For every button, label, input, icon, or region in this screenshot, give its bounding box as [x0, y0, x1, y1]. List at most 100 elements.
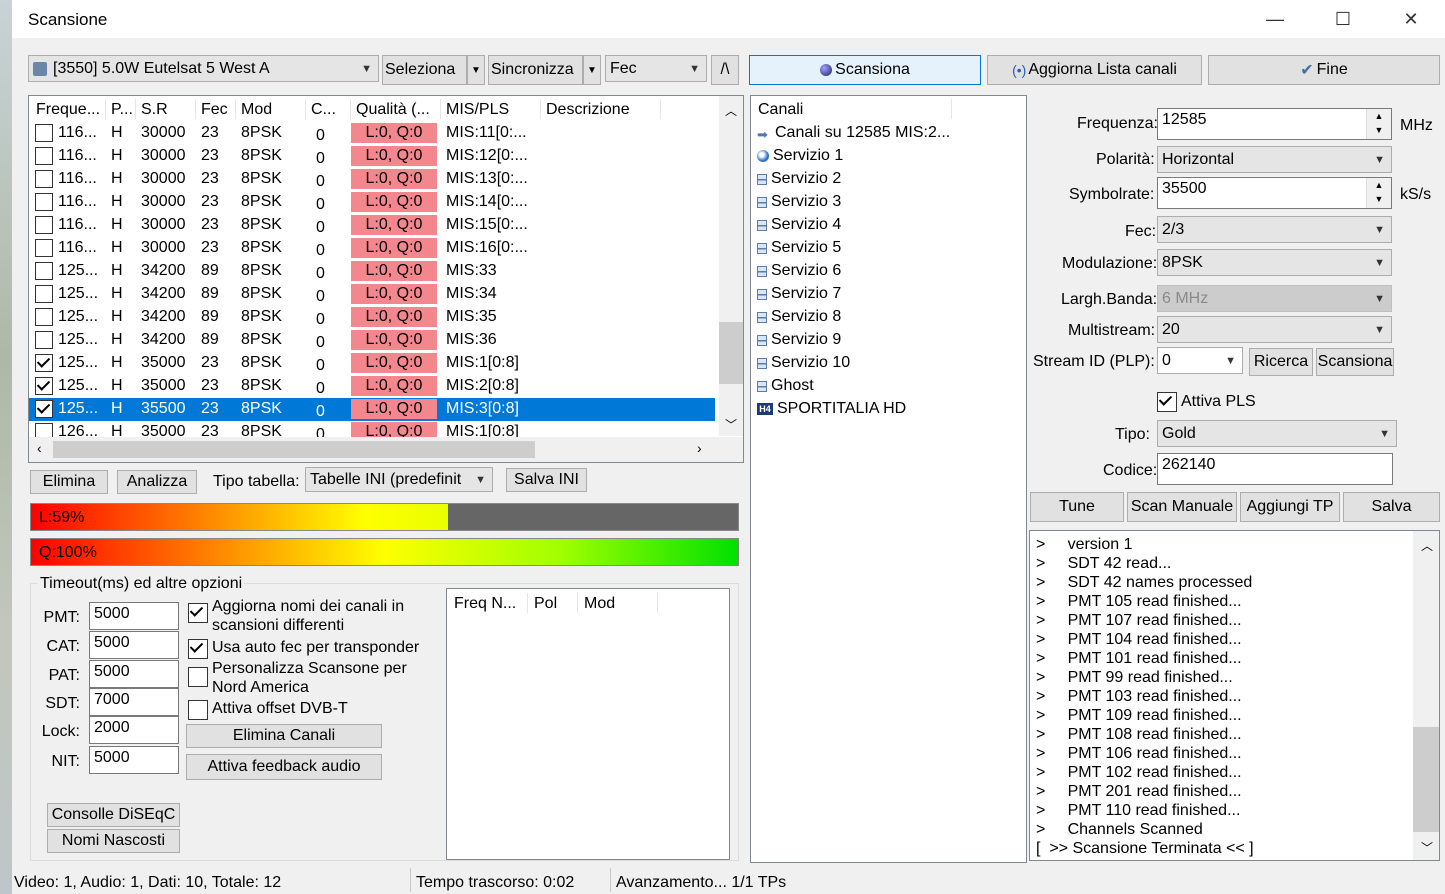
timeout-input[interactable]: 5000: [89, 602, 179, 630]
table-row[interactable]: 116... H 30000 23 8PSK 0 MIS:13[0:... L:0, Q:0: [29, 168, 715, 191]
scroll-right-icon[interactable]: ›: [697, 440, 702, 456]
multistream-select[interactable]: 20 ▼: [1157, 316, 1392, 343]
symbolrate-spinner[interactable]: ▲ ▼: [1366, 178, 1391, 208]
table-row[interactable]: 125... H 35500 23 8PSK 0 MIS:3[0:8] L:0, Q:0: [29, 398, 715, 421]
scroll-down-icon[interactable]: ﹀: [1421, 839, 1433, 856]
spin-down-icon[interactable]: ▼: [1367, 123, 1391, 137]
stream-id-select[interactable]: 0 ▼: [1157, 347, 1243, 374]
log-panel[interactable]: > version 1 > SDT 42 read... > SDT 42 name…: [1029, 530, 1440, 861]
transponder-grid[interactable]: Freque... P... S.R Fec Mod C... Qualità …: [28, 95, 744, 463]
fec-param-select[interactable]: 2/3 ▼: [1157, 216, 1392, 243]
consolle-diseqc-button[interactable]: Consolle DiSEqC: [47, 803, 180, 827]
spin-up-icon[interactable]: ▲: [1367, 178, 1391, 192]
symbolrate-input[interactable]: 35500: [1157, 177, 1392, 209]
scansiona-button[interactable]: Scansiona: [749, 55, 981, 85]
row-checkbox[interactable]: [35, 354, 53, 372]
checkbox-attiva-pls[interactable]: [1157, 392, 1177, 412]
row-checkbox[interactable]: [35, 262, 53, 280]
row-checkbox[interactable]: [35, 170, 53, 188]
scansiona-plp-button[interactable]: Scansiona: [1316, 348, 1394, 376]
satellite-select[interactable]: [3550] 5.0W Eutelsat 5 West A ▼: [28, 55, 379, 82]
seleziona-dropdown-icon[interactable]: ▼: [467, 55, 485, 85]
row-checkbox[interactable]: [35, 400, 53, 418]
table-row[interactable]: 125... H 34200 89 8PSK 0 MIS:35 L:0, Q:0: [29, 306, 715, 329]
sincronizza-dropdown-icon[interactable]: ▼: [583, 55, 601, 85]
mini-col-freq[interactable]: Freq N...: [454, 595, 516, 613]
checkbox-nord-america[interactable]: [188, 667, 208, 687]
tree-item[interactable]: Ghost: [757, 375, 814, 397]
frequenza-spinner[interactable]: ▲ ▼: [1366, 109, 1391, 139]
col-c[interactable]: C...: [311, 101, 336, 119]
scroll-up-icon[interactable]: ︿: [725, 102, 737, 119]
col-qualita[interactable]: Qualità (...: [356, 101, 430, 119]
tree-item[interactable]: Servizio 6: [757, 260, 841, 282]
log-scroll-thumb[interactable]: [1413, 727, 1439, 832]
tree-item[interactable]: H4 SPORTITALIA HD: [757, 398, 906, 420]
table-row[interactable]: 116... H 30000 23 8PSK 0 MIS:12[0:... L:0, Q:0: [29, 145, 715, 168]
col-frequenza[interactable]: Freque...: [36, 101, 100, 119]
col-mod[interactable]: Mod: [241, 101, 272, 119]
polarita-select[interactable]: Horizontal ▼: [1157, 146, 1392, 173]
table-row[interactable]: 116... H 30000 23 8PSK 0 MIS:16[0:... L:0, Q:0: [29, 237, 715, 260]
aggiorna-lista-button[interactable]: (•) Aggiorna Lista canali: [987, 55, 1202, 85]
scroll-up-icon[interactable]: ︿: [1421, 537, 1433, 554]
mini-list[interactable]: Freq N... Pol Mod: [446, 588, 730, 860]
caret-button[interactable]: /\: [711, 55, 739, 85]
minimize-button[interactable]: —: [1252, 0, 1298, 38]
col-fec[interactable]: Fec: [201, 101, 228, 119]
elimina-canali-button[interactable]: Elimina Canali: [186, 724, 382, 748]
grid-vertical-scrollbar[interactable]: ︿ ﹀: [719, 96, 743, 436]
tipo-select[interactable]: Gold ▼: [1157, 420, 1397, 447]
salva-button[interactable]: Salva: [1343, 492, 1440, 522]
mini-col-mod[interactable]: Mod: [584, 595, 615, 613]
col-mis-pls[interactable]: MIS/PLS: [446, 101, 509, 119]
maximize-button[interactable]: ☐: [1320, 0, 1366, 38]
table-row[interactable]: 126... H 35000 23 8PSK 0 MIS:1[0:8] L:0, Q:0: [29, 421, 715, 437]
tree-item[interactable]: Servizio 1: [757, 145, 843, 167]
nomi-nascosti-button[interactable]: Nomi Nascosti: [47, 829, 180, 853]
scan-manuale-button[interactable]: Scan Manuale: [1127, 492, 1237, 522]
table-row[interactable]: 125... H 35000 23 8PSK 0 MIS:2[0:8] L:0, Q:0: [29, 375, 715, 398]
grid-scroll-thumb[interactable]: [719, 322, 743, 384]
tree-item[interactable]: ➡ Canali su 12585 MIS:2...: [757, 122, 950, 144]
tree-item[interactable]: Servizio 10: [757, 352, 850, 374]
tune-button[interactable]: Tune: [1030, 492, 1124, 522]
table-row[interactable]: 116... H 30000 23 8PSK 0 MIS:15[0:... L:0, Q:0: [29, 214, 715, 237]
col-sr[interactable]: S.R: [141, 101, 168, 119]
row-checkbox[interactable]: [35, 147, 53, 165]
grid-horizontal-scrollbar[interactable]: ‹ ›: [29, 437, 743, 462]
row-checkbox[interactable]: [35, 193, 53, 211]
table-row[interactable]: 125... H 34200 89 8PSK 0 MIS:33 L:0, Q:0: [29, 260, 715, 283]
seleziona-button[interactable]: Seleziona: [382, 55, 467, 85]
row-checkbox[interactable]: [35, 423, 53, 437]
analizza-button[interactable]: Analizza: [117, 470, 197, 494]
scroll-down-icon[interactable]: ﹀: [725, 416, 737, 433]
fine-button[interactable]: ✔ Fine: [1208, 55, 1440, 85]
checkbox-offset-dvbt[interactable]: [188, 700, 208, 720]
timeout-input[interactable]: 5000: [89, 631, 179, 659]
tree-item[interactable]: Servizio 9: [757, 329, 841, 351]
table-row[interactable]: 125... H 34200 89 8PSK 0 MIS:34 L:0, Q:0: [29, 283, 715, 306]
row-checkbox[interactable]: [35, 308, 53, 326]
table-row[interactable]: 125... H 35000 23 8PSK 0 MIS:1[0:8] L:0, Q:0: [29, 352, 715, 375]
log-scrollbar[interactable]: ︿ ﹀: [1413, 531, 1439, 860]
timeout-input[interactable]: 5000: [89, 746, 179, 774]
salva-ini-button[interactable]: Salva INI: [506, 468, 587, 492]
ricerca-button[interactable]: Ricerca: [1249, 348, 1313, 376]
mini-col-pol[interactable]: Pol: [534, 595, 557, 613]
tipo-tabella-select[interactable]: Tabelle INI (predefinit ▼: [305, 467, 493, 492]
checkbox-auto-fec[interactable]: [188, 639, 208, 659]
codice-input[interactable]: 262140: [1157, 453, 1393, 485]
tree-item[interactable]: Servizio 2: [757, 168, 841, 190]
grid-hscroll-thumb[interactable]: [53, 441, 535, 458]
frequenza-input[interactable]: 12585: [1157, 108, 1392, 140]
tree-item[interactable]: Servizio 4: [757, 214, 841, 236]
row-checkbox[interactable]: [35, 239, 53, 257]
scroll-left-icon[interactable]: ‹: [37, 440, 42, 456]
row-checkbox[interactable]: [35, 285, 53, 303]
table-row[interactable]: 116... H 30000 23 8PSK 0 MIS:14[0:... L:0, Q:0: [29, 191, 715, 214]
table-row[interactable]: 116... H 30000 23 8PSK 0 MIS:11[0:... L:0, Q:0: [29, 122, 715, 145]
timeout-input[interactable]: 7000: [89, 688, 179, 716]
timeout-input[interactable]: 5000: [89, 660, 179, 688]
tree-item[interactable]: Servizio 8: [757, 306, 841, 328]
